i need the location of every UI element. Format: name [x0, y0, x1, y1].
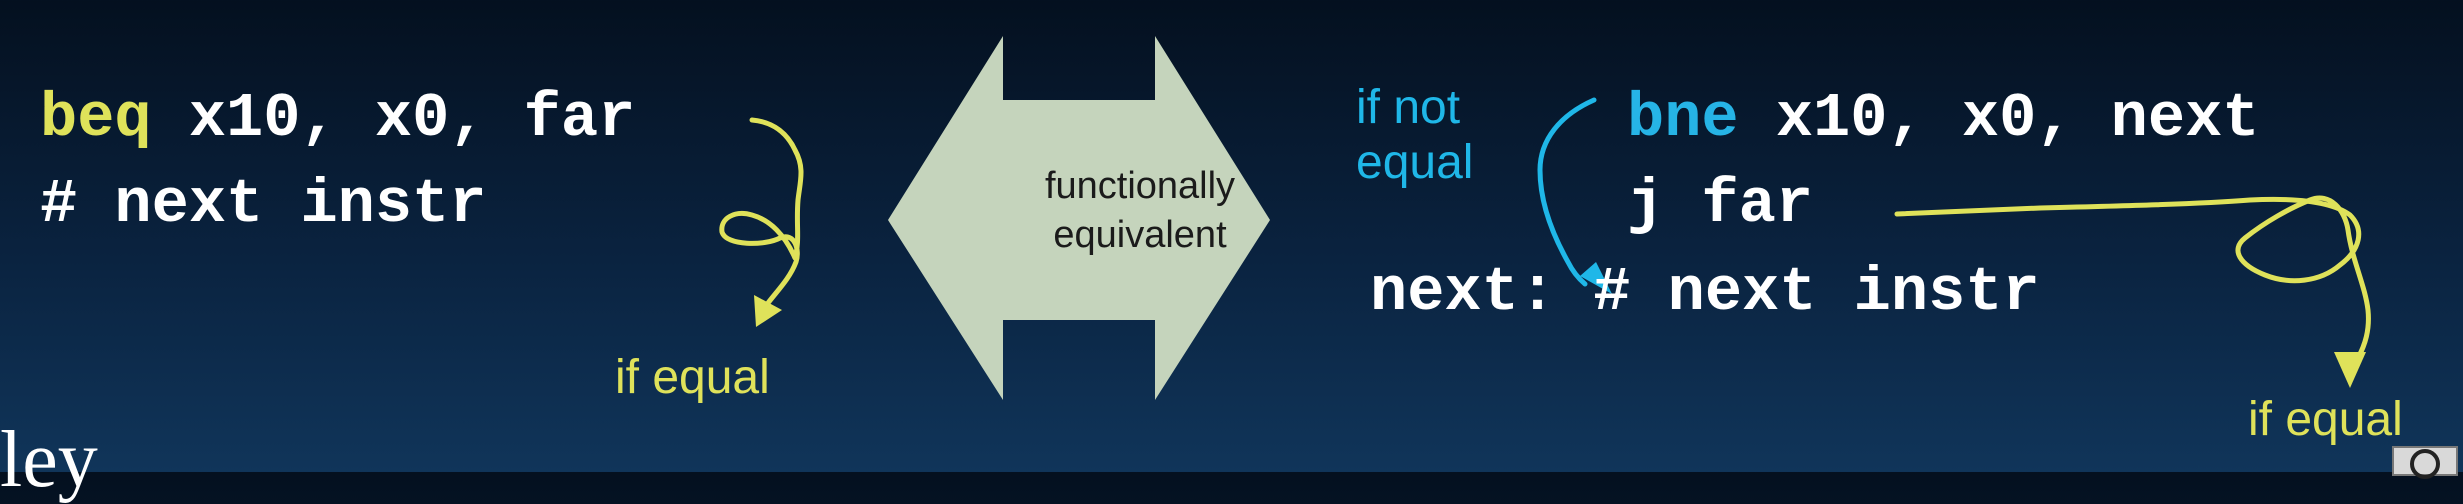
- right-code-line-2: j far: [1627, 169, 1814, 240]
- bne-operands: x10, x0, next: [1738, 83, 2260, 154]
- if-not-equal-label: if not equal: [1356, 80, 1473, 190]
- center-label-line-1: functionally: [1044, 165, 1236, 207]
- right-code-line-3: next: # next instr: [1370, 262, 2040, 324]
- left-branch-arrow: [719, 117, 804, 306]
- if-not-equal-line-1: if not: [1356, 81, 1461, 134]
- partial-logo-fragment: ley: [0, 416, 98, 504]
- right-code-line-1: bne x10, x0, next: [1627, 88, 2260, 150]
- if-not-equal-line-2: equal: [1356, 136, 1474, 190]
- badge-circle-icon: [2410, 449, 2440, 479]
- center-label-line-2: equivalent: [1053, 214, 1227, 257]
- next-label: next:: [1370, 257, 1557, 328]
- right-branch-arrowhead: [2334, 352, 2366, 388]
- slide: { "left_code": { "line1_keyword": "beq",…: [0, 0, 2463, 500]
- functionally-equivalent-label: functionally equivalent: [880, 162, 1400, 261]
- right-if-equal-label: if equal: [2248, 393, 2403, 446]
- next-instr: # next instr: [1556, 257, 2040, 328]
- bne-keyword: bne: [1627, 83, 1739, 154]
